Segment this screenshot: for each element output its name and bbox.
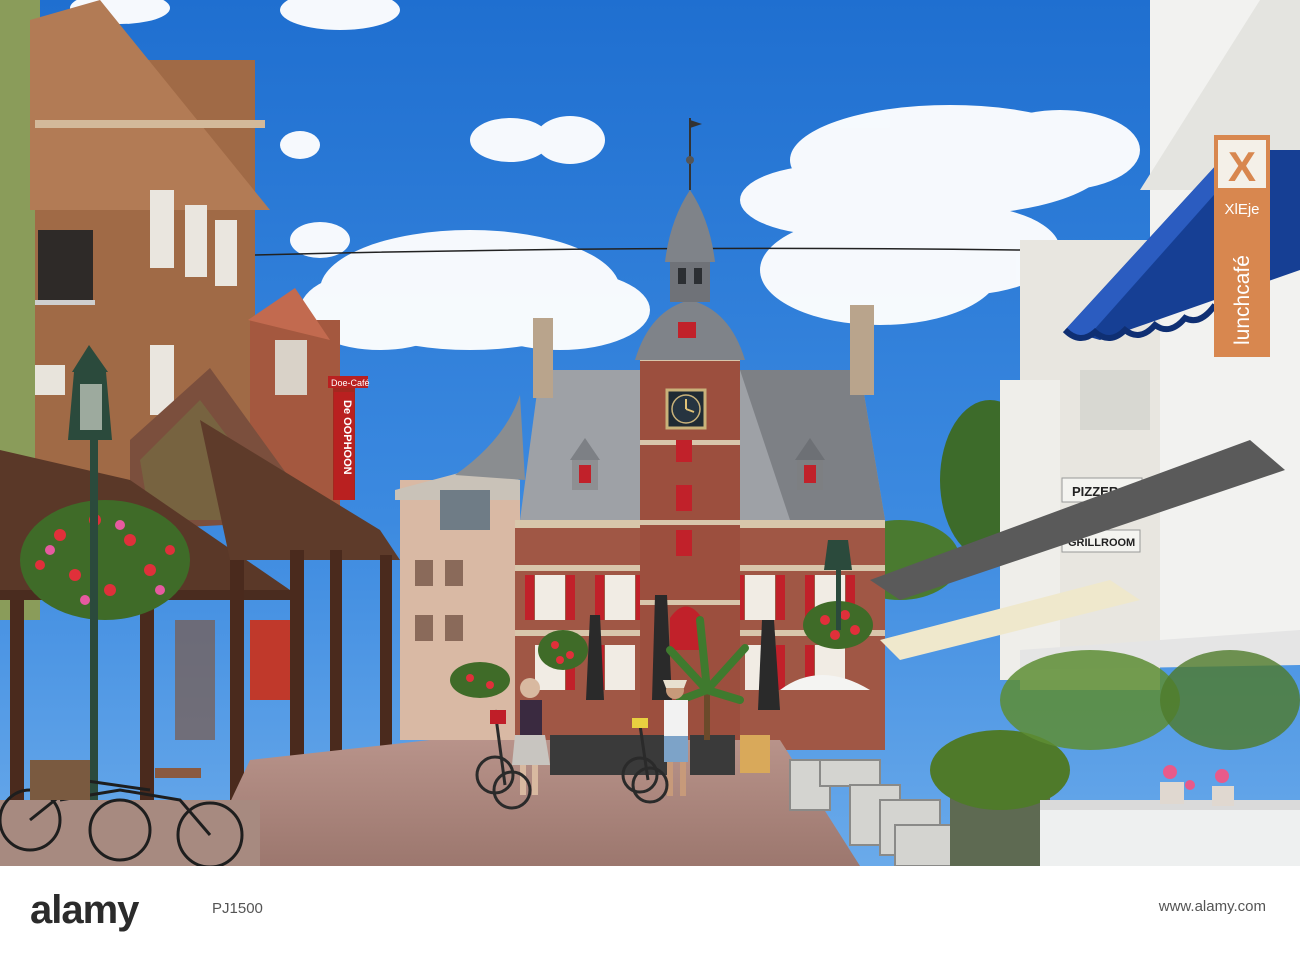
- xleje-text: XlEje: [1224, 201, 1259, 218]
- street-photo: X XlEje lunchcafé PIZZER GRILLROOM Doe-C…: [0, 0, 1300, 866]
- lunchcafe-sign: X XlEje lunchcafé: [1214, 135, 1270, 357]
- doecafe-text: Doe-Café: [331, 378, 370, 388]
- watermark-footer: alamy PJ1500 www.alamy.com: [0, 866, 1300, 956]
- alamy-logo: alamy: [30, 888, 139, 932]
- site-url: www.alamy.com: [1158, 898, 1266, 915]
- stock-id: PJ1500: [212, 900, 263, 917]
- lunchcafe-text: lunchcafé: [1231, 255, 1254, 345]
- dedoophoon-text: De OOPHOON: [341, 400, 353, 475]
- svg-text:X: X: [1228, 143, 1256, 190]
- flower-basket-left: [20, 500, 190, 620]
